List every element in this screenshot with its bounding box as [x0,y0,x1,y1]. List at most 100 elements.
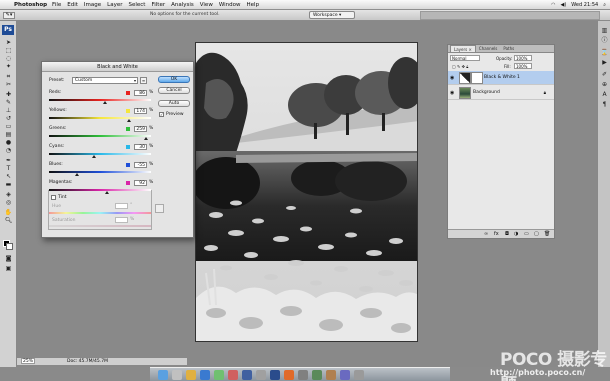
tint-checkbox[interactable] [51,195,56,200]
new-group-icon[interactable]: ▭ [524,231,529,237]
itunes-icon[interactable] [242,370,252,380]
healing-brush-tool-icon[interactable]: ✚ [2,91,15,98]
histogram-icon[interactable]: ▥ [600,27,609,35]
background-color-swatch[interactable] [6,243,13,250]
system-prefs-icon[interactable] [298,370,308,380]
hue-slider[interactable] [49,212,151,214]
tool-preset-picker[interactable]: ✎▾ [3,12,15,19]
blur-tool-icon[interactable]: ● [2,139,15,146]
safari-icon[interactable] [200,370,210,380]
spotlight-icon[interactable]: ⌕ [603,2,606,8]
slider-thumb[interactable] [103,101,108,104]
dashboard-icon[interactable] [172,370,182,380]
document-size[interactable]: Doc: 45.7M/45.7M [67,358,108,365]
cancel-button[interactable]: Cancel [158,87,190,94]
saturation-slider[interactable] [49,225,151,227]
gradient-tool-icon[interactable]: ▤ [2,131,15,138]
menu-file[interactable]: File [52,2,61,8]
quick-select-tool-icon[interactable]: ✦ [2,63,15,70]
app-icon[interactable] [340,370,350,380]
type-tool-icon[interactable]: T [2,165,15,172]
slider-track[interactable] [49,117,151,119]
auto-button[interactable]: Auto [158,100,190,107]
zoom-field[interactable]: 25% [21,358,35,364]
zoom-tool-icon[interactable]: 🔍︎ [2,217,15,224]
slider-value-field[interactable]: 92 [134,180,147,186]
slider-thumb[interactable] [143,137,148,140]
marquee-tool-icon[interactable]: ⬚ [2,47,15,54]
dodge-tool-icon[interactable]: ◔ [2,147,15,154]
brushes-icon[interactable]: ✐ [600,71,609,79]
hand-tool-icon[interactable]: ✋ [2,209,15,216]
tab-channels[interactable]: Channels [476,45,501,52]
opacity-field[interactable]: 100% [514,55,532,61]
clone-stamp-tool-icon[interactable]: ⊥ [2,107,15,114]
pen-tool-icon[interactable]: ✒ [2,157,15,164]
layer-name[interactable]: Black & White 1 [484,75,520,80]
menu-window[interactable]: Window [219,2,241,8]
clone-source-icon[interactable]: ⊕ [600,81,609,89]
menu-edit[interactable]: Edit [67,2,78,8]
preview-icon[interactable] [256,370,266,380]
volume-icon[interactable]: ◀) [560,2,566,8]
slider-track[interactable] [49,171,151,173]
blend-mode-select[interactable]: Normal [450,55,480,61]
add-mask-icon[interactable]: ◘ [505,231,509,237]
tab-paths[interactable]: Paths [500,45,517,52]
firefox-icon[interactable] [284,370,294,380]
slider-thumb[interactable] [105,191,110,194]
slider-value-field[interactable]: 30 [134,144,147,150]
slider-track[interactable] [49,135,151,137]
menu-layer[interactable]: Layer [107,2,122,8]
quick-mask-icon[interactable]: ◙ [2,255,15,262]
actions-icon[interactable]: ▶ [600,59,609,67]
wifi-icon[interactable]: ◠ [551,2,555,8]
document-canvas[interactable] [195,42,418,342]
history-icon[interactable]: ⌛ [600,49,609,57]
workspace-menu[interactable]: Workspace ▾ [309,11,355,19]
mail-icon[interactable] [186,370,196,380]
app-menu[interactable]: Photoshop [14,2,47,8]
brush-tool-icon[interactable]: ✎ [2,99,15,106]
slider-value-field[interactable]: 174 [134,108,147,114]
link-layers-icon[interactable]: ∞ [484,231,488,237]
eraser-tool-icon[interactable]: ▭ [2,123,15,130]
move-tool-icon[interactable]: ➤ [2,39,15,46]
saturation-field[interactable] [115,217,128,223]
slider-track[interactable] [49,99,151,101]
preset-select[interactable]: Custom ▾ [72,77,138,84]
eye-icon[interactable]: ◉ [450,75,456,81]
app-icon[interactable] [326,370,336,380]
hue-field[interactable] [115,203,128,209]
3d-orbit-tool-icon[interactable]: ◎ [2,199,15,206]
adjustment-icon[interactable]: ◑ [514,231,518,237]
path-select-tool-icon[interactable]: ↖ [2,173,15,180]
eye-icon[interactable]: ◉ [450,90,456,96]
layer-row-background[interactable]: ◉ Background 🔒︎ [448,86,554,100]
preset-options-icon[interactable]: ≡ [140,77,147,84]
trash-icon[interactable]: 🗑︎ [544,231,550,237]
info-icon[interactable]: ⓘ [600,37,609,45]
slider-value-field[interactable]: 86 [134,90,147,96]
tab-layers[interactable]: Layers × [450,45,476,52]
screen-mode-icon[interactable]: ▣ [2,265,15,272]
slider-track[interactable] [49,153,151,155]
slider-thumb[interactable] [126,119,131,122]
photoshop-dock-icon[interactable] [270,370,280,380]
layer-style-icon[interactable]: fx [494,231,499,237]
lasso-tool-icon[interactable]: ◌ [2,55,15,62]
slider-value-field[interactable]: -55 [134,162,147,168]
finder-icon[interactable] [158,370,168,380]
slider-track[interactable] [49,189,151,191]
crop-tool-icon[interactable]: ⌗ [2,73,15,80]
menu-filter[interactable]: Filter [151,2,165,8]
layer-row-black-white[interactable]: ◉ Black & White 1 [448,71,554,85]
slider-thumb[interactable] [91,155,96,158]
ok-button[interactable]: OK [158,76,190,83]
lock-icons[interactable]: ▢ ✎ ✥ 🔒︎ [452,64,468,69]
preview-checkbox[interactable]: ✓ [159,112,164,117]
menu-view[interactable]: View [200,2,213,8]
ichat-icon[interactable] [214,370,224,380]
shape-tool-icon[interactable]: ▬ [2,181,15,188]
menu-image[interactable]: Image [84,2,101,8]
